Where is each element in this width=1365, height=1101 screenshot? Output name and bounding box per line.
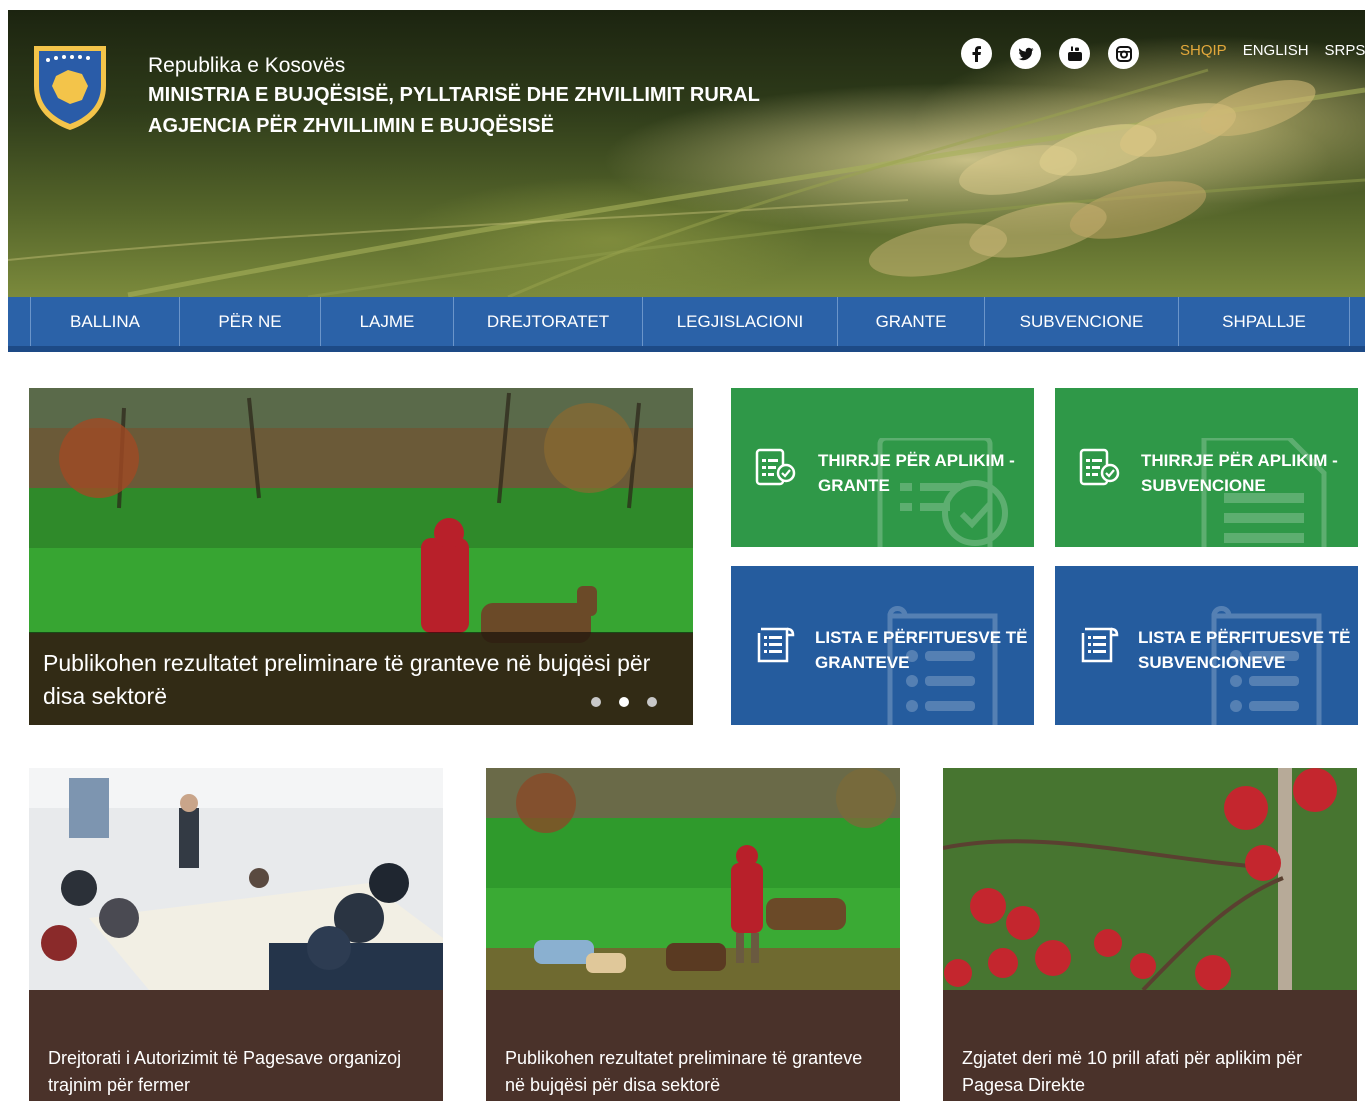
slider-dots — [591, 697, 657, 707]
tile-label: LISTA E PËRFITUESVE TË GRANTEVE — [815, 625, 1028, 675]
tile-beneficiaries-grants[interactable]: LISTA E PËRFITUESVE TË GRANTEVE — [731, 566, 1034, 725]
nav-item-legjislacioni[interactable]: LEGJISLACIONI — [642, 297, 837, 346]
tile-label-line2: GRANTE — [818, 476, 890, 495]
tile-label-line1: THIRRJE PËR APLIKIM - — [818, 451, 1015, 470]
tile-call-subsidies[interactable]: THIRRJE PËR APLIKIM - SUBVENCIONE — [1055, 388, 1358, 547]
application-form-icon — [1079, 448, 1120, 486]
tile-label-line1: THIRRJE PËR APLIKIM - — [1141, 451, 1338, 470]
application-form-icon — [755, 448, 796, 486]
news-card-title[interactable]: Publikohen rezultatet preliminare të gra… — [486, 990, 900, 1101]
news-card-image — [486, 768, 900, 990]
list-document-icon — [1081, 627, 1119, 663]
twitter-icon[interactable] — [1010, 38, 1041, 69]
kosovo-emblem-icon — [34, 46, 106, 130]
list-document-icon — [757, 627, 795, 663]
news-slider[interactable]: Publikohen rezultatet preliminare të gra… — [29, 388, 693, 725]
news-card[interactable]: Publikohen rezultatet preliminare të gra… — [486, 768, 900, 1101]
tile-label: THIRRJE PËR APLIKIM - SUBVENCIONE — [1141, 448, 1338, 498]
nav-item-ballina[interactable]: BALLINA — [30, 297, 179, 346]
slider-dot-active[interactable] — [619, 697, 629, 707]
country-name: Republika e Kosovës — [148, 54, 346, 77]
tile-label: LISTA E PËRFITUESVE TË SUBVENCIONEVE — [1138, 625, 1351, 675]
lang-srpski[interactable]: SRPSKI — [1325, 42, 1365, 59]
lang-english[interactable]: ENGLISH — [1243, 42, 1309, 59]
tile-label-line2: SUBVENCIONEVE — [1138, 653, 1286, 672]
lang-shqip[interactable]: SHQIP — [1180, 42, 1227, 59]
tile-label-line2: SUBVENCIONE — [1141, 476, 1266, 495]
nav-item-lajme[interactable]: LAJME — [320, 297, 453, 346]
nav-item-drejtoratet[interactable]: DREJTORATET — [453, 297, 642, 346]
tile-label-line2: GRANTEVE — [815, 653, 910, 672]
youtube-icon[interactable] — [1059, 38, 1090, 69]
news-card-title[interactable]: Zgjatet deri më 10 prill afati për aplik… — [943, 990, 1357, 1101]
instagram-icon[interactable] — [1108, 38, 1139, 69]
language-switcher: SHQIP ENGLISH SRPSKI — [1180, 42, 1365, 59]
tile-call-grants[interactable]: THIRRJE PËR APLIKIM - GRANTE — [731, 388, 1034, 547]
slider-dot[interactable] — [647, 697, 657, 707]
tile-label-line1: LISTA E PËRFITUESVE TË — [815, 628, 1028, 647]
news-card[interactable]: Zgjatet deri më 10 prill afati për aplik… — [943, 768, 1357, 1101]
ministry-name: MINISTRIA E BUJQËSISË, PYLLTARISË DHE ZH… — [148, 84, 760, 106]
tile-label: THIRRJE PËR APLIKIM - GRANTE — [818, 448, 1015, 498]
nav-item-subvencione[interactable]: SUBVENCIONE — [984, 297, 1178, 346]
main-nav: BALLINA PËR NE LAJME DREJTORATET LEGJISL… — [8, 297, 1365, 352]
nav-item-per-ne[interactable]: PËR NE — [179, 297, 320, 346]
tile-label-line1: LISTA E PËRFITUESVE TË — [1138, 628, 1351, 647]
news-card[interactable]: Drejtorati i Autorizimit të Pagesave org… — [29, 768, 443, 1101]
news-card-image — [29, 768, 443, 990]
tile-beneficiaries-subsidies[interactable]: LISTA E PËRFITUESVE TË SUBVENCIONEVE — [1055, 566, 1358, 725]
nav-item-shpallje[interactable]: SHPALLJE — [1178, 297, 1350, 346]
site-header: Republika e Kosovës MINISTRIA E BUJQËSIS… — [8, 10, 1365, 297]
slider-dot[interactable] — [591, 697, 601, 707]
site-titles: Republika e Kosovës MINISTRIA E BUJQËSIS… — [148, 52, 760, 142]
slide-caption[interactable]: Publikohen rezultatet preliminare të gra… — [29, 632, 693, 725]
news-card-title[interactable]: Drejtorati i Autorizimit të Pagesave org… — [29, 990, 443, 1101]
nav-item-grante[interactable]: GRANTE — [837, 297, 984, 346]
facebook-icon[interactable] — [961, 38, 992, 69]
social-links — [961, 38, 1139, 69]
agency-name: AGJENCIA PËR ZHVILLIMIN E BUJQËSISË — [148, 115, 554, 137]
news-card-image — [943, 768, 1357, 990]
